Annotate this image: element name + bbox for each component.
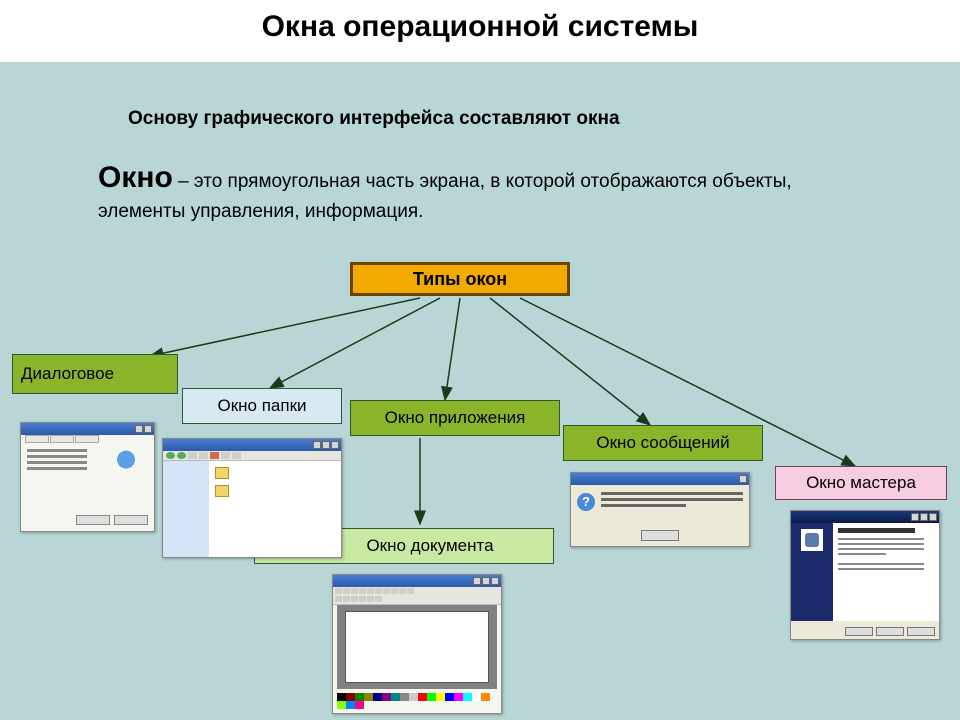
titlebar xyxy=(163,439,341,451)
question-icon: ? xyxy=(577,493,595,511)
mouse-icon xyxy=(106,447,146,475)
content-area: Основу графического интерфейса составляю… xyxy=(0,62,960,720)
type-dialog: Диалоговое xyxy=(12,354,178,394)
wizard-icon xyxy=(801,529,823,551)
definition-term: Окно xyxy=(98,161,173,194)
type-wizard: Окно мастера xyxy=(775,466,947,500)
intro-text: Основу графического интерфейса составляю… xyxy=(128,107,808,131)
titlebar xyxy=(21,423,154,435)
type-app: Окно приложения xyxy=(350,400,560,436)
thumb-dialog-window xyxy=(20,422,155,532)
definition-text: Окно – это прямоугольная часть экрана, в… xyxy=(98,158,818,224)
root-node: Типы окон xyxy=(350,262,570,296)
slide-title: Окна операционной системы xyxy=(0,10,960,44)
slide-title-area: Окна операционной системы xyxy=(0,0,960,62)
titlebar xyxy=(571,473,749,485)
thumb-message-window: ? xyxy=(570,472,750,547)
thumb-folder-window xyxy=(162,438,342,558)
thumb-document-window xyxy=(332,574,502,714)
thumb-wizard-window xyxy=(790,510,940,640)
titlebar xyxy=(333,575,501,587)
color-palette xyxy=(337,693,497,709)
type-folder: Окно папки xyxy=(182,388,342,424)
definition-body: – это прямоугольная часть экрана, в кото… xyxy=(98,171,792,222)
type-msg: Окно сообщений xyxy=(563,425,763,461)
titlebar xyxy=(791,511,939,523)
